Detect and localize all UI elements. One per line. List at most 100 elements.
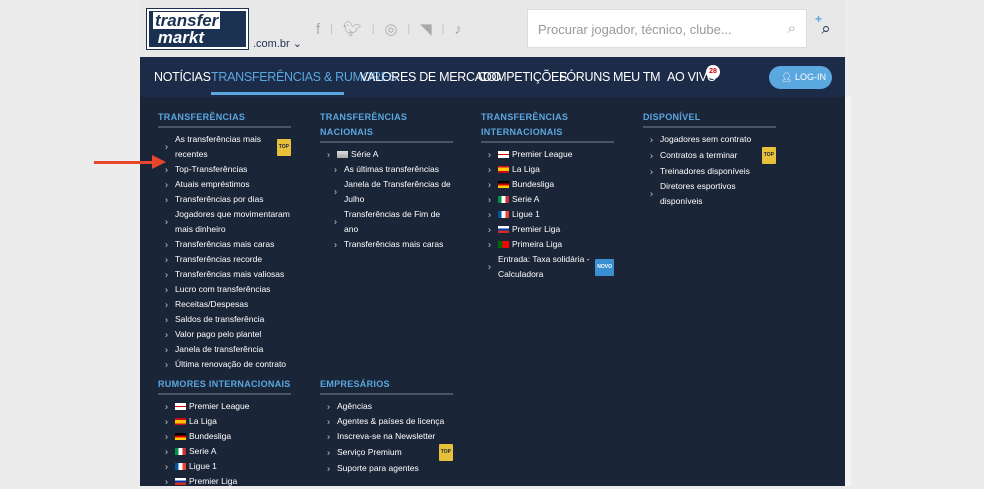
chevron-right-icon: › [488,179,491,189]
nav-noticias[interactable]: NOTÍCIAS [154,70,211,84]
menu-item[interactable]: › Jogadores que movimentaram mais dinheir… [158,207,291,237]
menu-item[interactable]: › Ligue 1 [158,459,291,474]
menu-item[interactable]: › Agências [320,399,453,414]
menu-item[interactable]: › Última renovação de contrato [158,357,291,372]
menu-item[interactable]: › Transferências mais caras [158,237,291,252]
menu-item-text: Premier Liga [189,476,238,486]
menu-item[interactable]: › Série A [320,147,453,162]
login-button[interactable]: 👤︎ LOG-IN [769,66,832,89]
menu-item[interactable]: › Receitas/Despesas [158,297,291,312]
pt-flag-icon [498,241,509,249]
fr-flag-icon [175,463,186,471]
chevron-right-icon: › [334,239,337,249]
menu-item-text: Transferências recorde [175,254,263,264]
facebook-icon[interactable]: f [316,21,320,38]
menu-item-text: Atuais empréstimos [175,179,250,189]
menu-item[interactable]: › Entrada: Taxa solidária - Calculadora NO… [481,252,614,282]
chevron-right-icon: › [165,284,168,294]
red-arrow-annotation [94,155,166,169]
chevron-right-icon: › [165,314,168,324]
menu-item[interactable]: › Contratos a terminar TOP [643,147,776,164]
menu-item-label: Jogadores sem contrato [660,132,776,147]
domain-selector[interactable]: .com.br ⌄ [253,37,302,50]
menu-item[interactable]: › Agentes & países de licença [320,414,453,429]
menu-item[interactable]: › Premier League [158,399,291,414]
menu-item[interactable]: › Top-Transferências [158,162,291,177]
menu-item[interactable]: › Serie A [481,192,614,207]
menu-item[interactable]: › Bundesliga [481,177,614,192]
menu-item[interactable]: › La Liga [481,162,614,177]
search-input[interactable]: Procurar jogador, técnico, clube... ⌕ [527,9,807,48]
menu-item-text: Primeira Liga [512,239,563,249]
menu-item[interactable]: › La Liga [158,414,291,429]
it-flag-icon [175,448,186,456]
chevron-right-icon: › [488,149,491,159]
section-heading: TRANSFERÊNCIAS NACIONAIS [320,110,453,143]
menu-item-text: Serie A [512,194,540,204]
menu-item-text: Jogadores sem contrato [660,134,752,144]
chevron-right-icon: › [165,476,168,486]
menu-item[interactable]: › Jogadores sem contrato [643,132,776,147]
menu-item-text: As últimas transferências [344,164,439,174]
menu-item[interactable]: › Lucro com transferências [158,282,291,297]
menu-item[interactable]: › As transferências mais recentes TOP [158,132,291,162]
transfermarkt-logo[interactable]: transfer markt [146,8,249,50]
menu-item-text: Bundesliga [512,179,555,189]
social-links: f | 🐦︎ | ◎ | ◥ | ♪ [316,20,462,39]
menu-item-text: Ligue 1 [189,461,217,471]
twitter-icon[interactable]: 🐦︎ [343,20,362,38]
menu-item-label: Primeira Liga [498,237,614,252]
menu-item[interactable]: › Bundesliga [158,429,291,444]
menu-item[interactable]: › Transferências por dias [158,192,291,207]
nav-competicoes[interactable]: COMPETIÇÕES [478,70,567,84]
tiktok-icon[interactable]: ♪ [454,21,462,38]
menu-item[interactable]: › Transferências mais valiosas [158,267,291,282]
search-icon[interactable]: ⌕ [788,20,796,37]
es-flag-icon [175,418,186,426]
menu-item-label: Valor pago pelo plantel [175,327,291,342]
instagram-icon[interactable]: ◎ [384,20,397,38]
menu-item-label: La Liga [498,162,614,177]
menu-item[interactable]: › Ligue 1 [481,207,614,222]
menu-item[interactable]: › Transferências mais caras [320,237,453,252]
menu-item[interactable]: › Serie A [158,444,291,459]
menu-item-text: Receitas/Despesas [175,299,249,309]
menu-item[interactable]: › As últimas transferências [320,162,453,177]
menu-item[interactable]: › Serviço Premium TOP [320,444,453,461]
page: transfer markt .com.br ⌄ f | 🐦︎ | ◎ | ◥ | ♪ … [140,0,845,486]
menu-item[interactable]: › Diretores esportivos disponíveis [643,179,776,209]
menu-item[interactable]: › Treinadores disponíveis [643,164,776,179]
menu-item-text: Jogadores que movimentaram mais dinheiro [175,209,290,234]
menu-item-label: Premier Liga [175,474,291,489]
menu-item[interactable]: › Suporte para agentes [320,461,453,476]
menu-item-label: Receitas/Despesas [175,297,291,312]
chevron-right-icon: › [334,216,337,227]
live-count-badge: 28 [706,65,720,79]
rss-icon[interactable]: ◥ [420,20,432,38]
section-heading: TRANSFERÊNCIAS INTERNACIONAIS [481,110,614,143]
menu-item[interactable]: › Primeira Liga [481,237,614,252]
menu-item[interactable]: › Saldos de transferência [158,312,291,327]
chevron-right-icon: › [488,261,491,272]
nav-foruns[interactable]: FÓRUNS [559,70,610,84]
menu-item[interactable]: › Premier Liga [158,474,291,489]
menu-item[interactable]: › Janela de Transferências de Julho [320,177,453,207]
menu-item[interactable]: › Premier League [481,147,614,162]
menu-item-label: Janela de transferência [175,342,291,357]
menu-item[interactable]: › Transferências recorde [158,252,291,267]
menu-item-label: As últimas transferências [344,162,453,177]
menu-item[interactable]: › Premier Liga [481,222,614,237]
advanced-search-button[interactable]: + ⌕ [810,9,842,48]
menu-item-text: Premier Liga [512,224,561,234]
menu-item[interactable]: › Janela de transferência [158,342,291,357]
nav-meu-tm[interactable]: MEU TM [613,70,661,84]
menu-item[interactable]: › Atuais empréstimos [158,177,291,192]
menu-item[interactable]: › Transferências de Fim de ano [320,207,453,237]
menu-item[interactable]: › Inscreva-se na Newsletter [320,429,453,444]
menu-section: TRANSFERÊNCIAS › As transferências mais re… [158,110,291,372]
scrollbar[interactable] [845,97,851,486]
transfers-dropdown: TRANSFERÊNCIAS › As transferências mais re… [140,97,845,486]
section-heading: TRANSFERÊNCIAS [158,110,291,128]
menu-item[interactable]: › Valor pago pelo plantel [158,327,291,342]
menu-section: TRANSFERÊNCIAS INTERNACIONAIS › Premier Le… [481,110,614,282]
